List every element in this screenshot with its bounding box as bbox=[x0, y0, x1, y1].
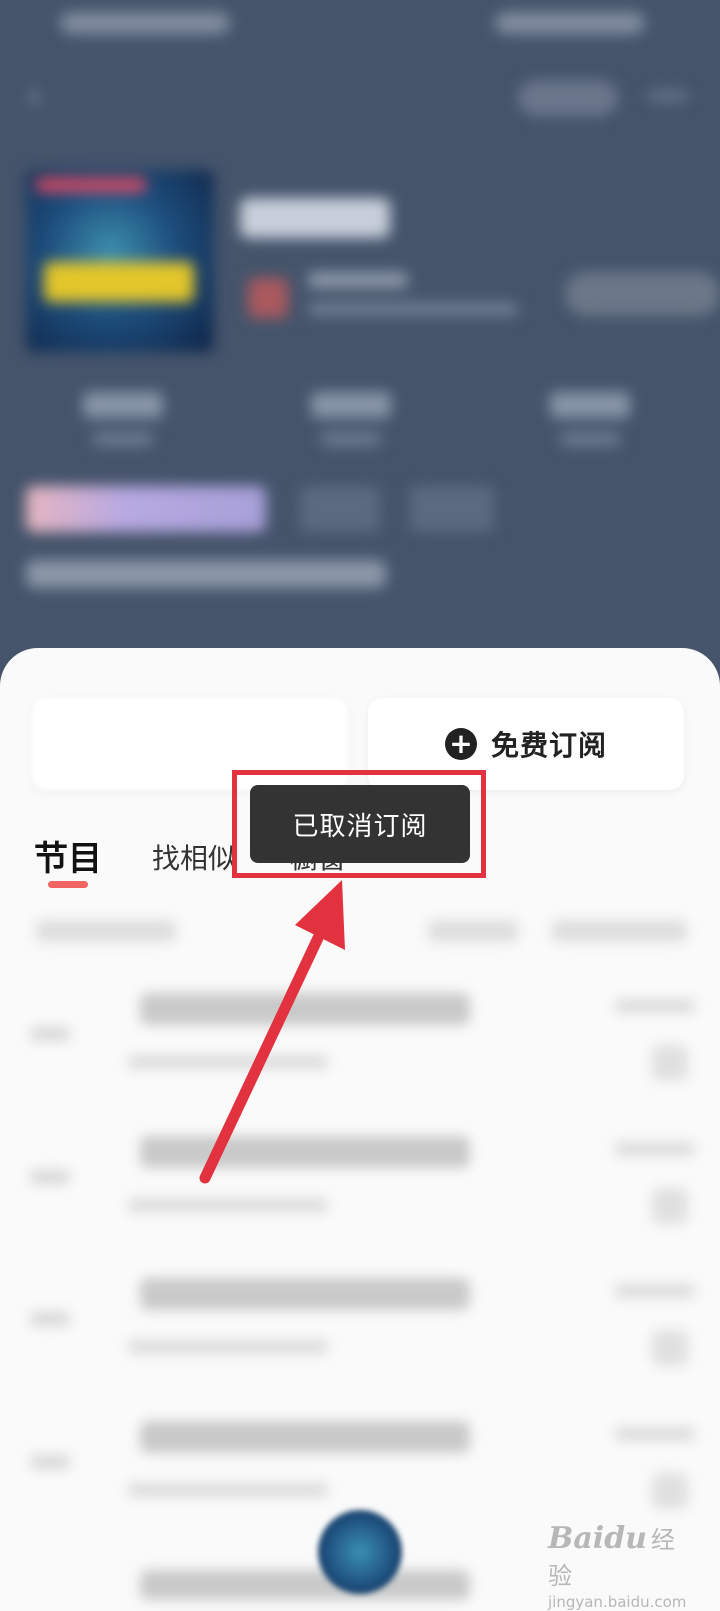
cover-ribbon bbox=[36, 178, 146, 192]
plus-circle-icon: + bbox=[444, 728, 477, 760]
watermark-domain: jingyan.baidu.com bbox=[548, 1593, 687, 1611]
active-tab-indicator bbox=[48, 881, 88, 888]
annotation-highlight-frame bbox=[232, 770, 486, 878]
watermark-brand: Bai bbox=[548, 1521, 605, 1556]
list-item[interactable] bbox=[0, 1260, 720, 1390]
baidu-jingyan-watermark: Baidu 经验 jingyan.baidu.com bbox=[548, 1520, 698, 1611]
download-control[interactable] bbox=[428, 920, 518, 942]
list-item[interactable] bbox=[0, 1118, 720, 1248]
more-icon[interactable] bbox=[648, 90, 688, 102]
stat-item bbox=[78, 392, 168, 452]
podcast-title-placeholder bbox=[240, 198, 390, 238]
status-icons-placeholder bbox=[495, 12, 645, 34]
subscribe-label: 免费订阅 bbox=[490, 729, 607, 762]
category-tag[interactable] bbox=[300, 486, 380, 532]
status-bar bbox=[0, 0, 720, 50]
back-arrow-icon[interactable]: ‹ bbox=[28, 82, 58, 112]
podcast-cover-image bbox=[26, 170, 214, 352]
follow-button[interactable] bbox=[565, 272, 720, 316]
top-bar: ‹ bbox=[0, 70, 720, 130]
list-item[interactable] bbox=[0, 975, 720, 1105]
category-tag[interactable] bbox=[410, 486, 494, 532]
podcast-description-placeholder bbox=[26, 560, 386, 588]
cover-title-band bbox=[44, 262, 194, 302]
author-name-placeholder bbox=[308, 272, 408, 288]
status-carrier-placeholder bbox=[60, 12, 230, 34]
author-avatar[interactable] bbox=[248, 278, 288, 318]
tab-find-similar[interactable]: 找相似 bbox=[152, 837, 236, 877]
mini-player[interactable] bbox=[318, 1510, 402, 1594]
author-meta-placeholder bbox=[308, 302, 518, 316]
ranking-badge[interactable] bbox=[26, 486, 266, 532]
share-button[interactable] bbox=[518, 80, 618, 116]
stat-item bbox=[306, 392, 396, 452]
tab-programs[interactable]: 节目 bbox=[34, 831, 102, 880]
list-item-partial bbox=[140, 1570, 470, 1600]
sort-control[interactable] bbox=[36, 920, 176, 942]
list-filter-row bbox=[0, 910, 720, 960]
select-control[interactable] bbox=[552, 920, 687, 942]
stat-item bbox=[545, 392, 635, 452]
watermark-brand-suffix: du bbox=[604, 1521, 647, 1556]
